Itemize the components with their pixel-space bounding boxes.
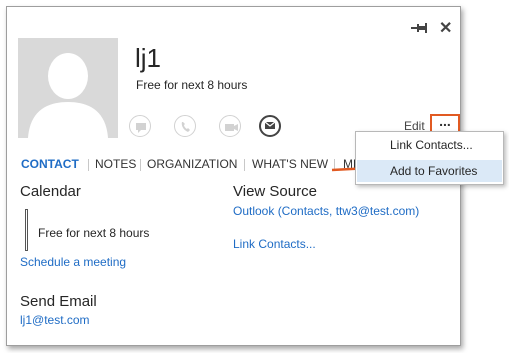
menu-item-label: Add to Favorites bbox=[390, 164, 478, 178]
close-icon[interactable]: ✕ bbox=[439, 18, 452, 38]
calendar-status: Free for next 8 hours bbox=[38, 226, 150, 240]
tab-organization[interactable]: ORGANIZATION bbox=[147, 157, 237, 171]
contact-status: Free for next 8 hours bbox=[136, 78, 248, 92]
menu-item-add-to-favorites[interactable]: Add to Favorites bbox=[357, 160, 502, 182]
send-email-heading: Send Email bbox=[20, 293, 97, 310]
calendar-status-bar bbox=[25, 209, 28, 251]
email-icon[interactable] bbox=[259, 115, 281, 137]
tab-notes[interactable]: NOTES bbox=[95, 157, 136, 171]
email-address-link[interactable]: lj1@test.com bbox=[20, 313, 90, 327]
menu-item-label: Link Contacts... bbox=[390, 138, 473, 152]
tab-contact[interactable]: CONTACT bbox=[21, 157, 79, 171]
video-icon[interactable] bbox=[219, 115, 241, 137]
call-icon[interactable] bbox=[174, 115, 196, 137]
tab-divider bbox=[140, 159, 141, 171]
schedule-meeting-link[interactable]: Schedule a meeting bbox=[20, 255, 126, 269]
tab-divider bbox=[244, 159, 245, 171]
link-contacts-link[interactable]: Link Contacts... bbox=[233, 237, 316, 251]
menu-item-link-contacts[interactable]: Link Contacts... bbox=[357, 134, 502, 156]
calendar-heading: Calendar bbox=[20, 183, 81, 200]
contact-name: lj1 bbox=[135, 43, 162, 73]
tab-divider bbox=[88, 159, 89, 171]
pin-icon[interactable] bbox=[411, 21, 427, 35]
tab-whats-new[interactable]: WHAT'S NEW bbox=[252, 157, 328, 171]
contact-photo bbox=[18, 38, 118, 138]
im-icon[interactable] bbox=[129, 115, 151, 137]
outlook-source-link[interactable]: Outlook (Contacts, ttw3@test.com) bbox=[233, 204, 419, 218]
view-source-heading: View Source bbox=[233, 183, 317, 200]
more-options-menu: Link Contacts... Add to Favorites bbox=[355, 131, 504, 185]
